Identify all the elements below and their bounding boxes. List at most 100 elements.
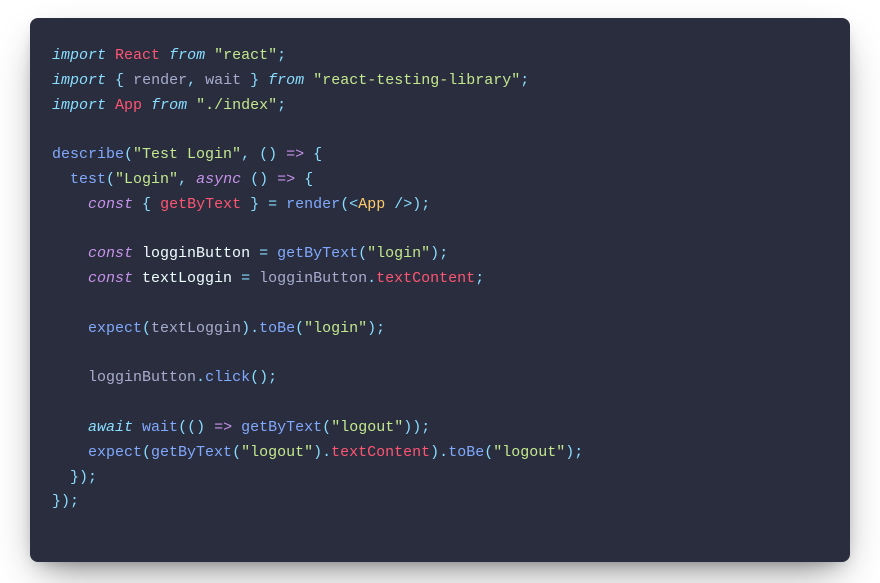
semicolon: ; [70,493,79,510]
kw-import: import [52,97,106,114]
fn-render: render [286,196,340,213]
paren-close: ) [196,419,205,436]
paren-open: ( [187,419,196,436]
paren-close: ) [367,320,376,337]
ident-logginbutton: logginButton [88,369,196,386]
ident-textloggin: textLoggin [151,320,241,337]
paren-open: ( [232,444,241,461]
paren-close: ) [565,444,574,461]
brace-close: } [70,469,79,486]
paren-open: ( [484,444,493,461]
fn-tobe: toBe [448,444,484,461]
fn-getbytext: getByText [277,245,358,262]
string: "login" [367,245,430,262]
prop-textcontent: textContent [331,444,430,461]
string: "logout" [493,444,565,461]
code-block: import React from "react"; import { rend… [52,44,828,515]
string: "Test Login" [133,146,241,163]
code-card: import React from "react"; import { rend… [30,18,850,562]
kw-import: import [52,72,106,89]
paren-open: ( [178,419,187,436]
fn-describe: describe [52,146,124,163]
brace-open: { [313,146,322,163]
op-assign: = [259,245,268,262]
kw-from: from [268,72,304,89]
dot: . [367,270,376,287]
fn-test: test [70,171,106,188]
fn-expect: expect [88,320,142,337]
op-assign: = [241,270,250,287]
paren-open: ( [259,146,268,163]
dot: . [196,369,205,386]
jsx-open: < [349,196,358,213]
paren-close: ) [79,469,88,486]
var-textloggin: textLoggin [142,270,232,287]
paren-close: ) [259,369,268,386]
semicolon: ; [421,419,430,436]
paren-close: ) [268,146,277,163]
fn-expect: expect [88,444,142,461]
fn-getbytext: getByText [151,444,232,461]
paren-close: ) [259,171,268,188]
paren-open: ( [124,146,133,163]
semicolon: ; [88,469,97,486]
semicolon: ; [277,47,286,64]
paren-open: ( [322,419,331,436]
paren-close: ) [313,444,322,461]
semicolon: ; [376,320,385,337]
dot: . [439,444,448,461]
comma: , [187,72,196,89]
paren-open: ( [250,171,259,188]
kw-from: from [169,47,205,64]
fn-tobe: toBe [259,320,295,337]
jsx-app: App [358,196,385,213]
paren-open: ( [106,171,115,188]
paren-close: ) [403,419,412,436]
string: "./index" [196,97,277,114]
semicolon: ; [520,72,529,89]
paren-close: ) [430,444,439,461]
string: "Login" [115,171,178,188]
semicolon: ; [574,444,583,461]
brace-open: { [115,72,124,89]
ident-react: React [115,47,160,64]
paren-open: ( [142,320,151,337]
ident-wait: wait [205,72,241,89]
fn-getbytext: getByText [241,419,322,436]
arrow: => [214,419,232,436]
semicolon: ; [439,245,448,262]
kw-const: const [88,245,133,262]
brace-open: { [304,171,313,188]
brace-close: } [250,72,259,89]
semicolon: ; [421,196,430,213]
paren-open: ( [250,369,259,386]
arrow: => [286,146,304,163]
arrow: => [277,171,295,188]
ident-getbytext: getByText [160,196,241,213]
paren-close: ) [430,245,439,262]
dot: . [322,444,331,461]
paren-close: ) [61,493,70,510]
paren-close: ) [412,196,421,213]
semicolon: ; [475,270,484,287]
paren-open: ( [340,196,349,213]
kw-import: import [52,47,106,64]
string: "logout" [331,419,403,436]
comma: , [178,171,187,188]
kw-const: const [88,196,133,213]
semicolon: ; [268,369,277,386]
paren-close: ) [412,419,421,436]
brace-open: { [142,196,151,213]
string: "logout" [241,444,313,461]
var-logginbutton: logginButton [142,245,250,262]
paren-close: ) [241,320,250,337]
brace-close: } [52,493,61,510]
fn-click: click [205,369,250,386]
brace-close: } [250,196,259,213]
paren-open: ( [358,245,367,262]
string: "react-testing-library" [313,72,520,89]
op-assign: = [268,196,277,213]
kw-await: await [88,419,133,436]
ident-logginbutton: logginButton [259,270,367,287]
paren-open: ( [142,444,151,461]
